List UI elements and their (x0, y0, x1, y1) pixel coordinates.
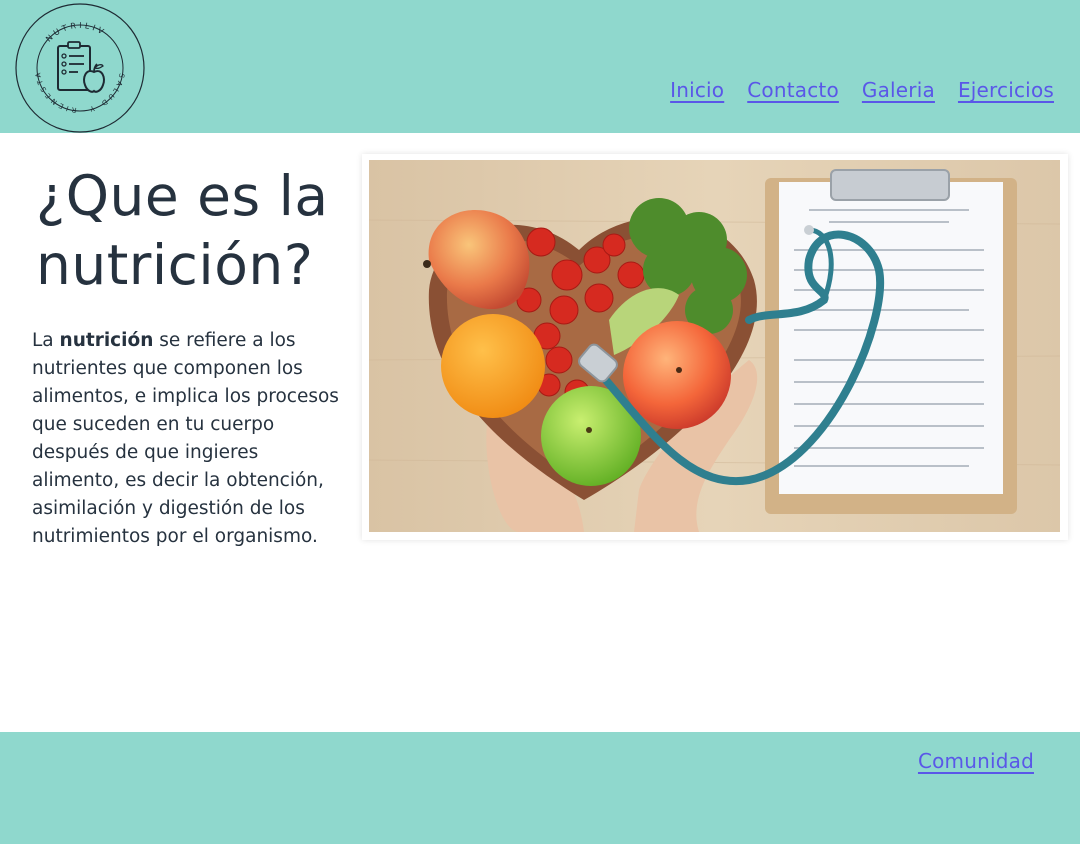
desc-prefix: La (32, 330, 60, 351)
nutriliv-logo[interactable]: NUTRILIV RIENESTAR SALUD Y (10, 0, 146, 134)
site-footer: Comunidad (0, 732, 1080, 844)
site-header: NUTRILIV RIENESTAR SALUD Y Inicio Cont (0, 0, 1080, 133)
fruit-heart-stethoscope-illustration (369, 160, 1060, 532)
logo-ring-top: NUTRILIV (44, 21, 105, 44)
hero-image-frame (362, 154, 1068, 540)
nav-link-contacto[interactable]: Contacto (747, 78, 839, 102)
page-title: ¿Que es la nutrición? (36, 164, 329, 297)
main-nav: Inicio Contacto Galeria Ejercicios (647, 78, 1054, 102)
nav-link-galeria[interactable]: Galeria (862, 78, 935, 102)
hero-image (369, 160, 1060, 532)
clipboard-apple-icon: NUTRILIV RIENESTAR SALUD Y (10, 0, 145, 133)
nutrition-description: La nutrición se refiere a los nutrientes… (32, 327, 344, 551)
svg-text:NUTRILIV: NUTRILIV (44, 21, 108, 44)
nav-link-ejercicios[interactable]: Ejercicios (958, 78, 1054, 102)
nav-link-inicio[interactable]: Inicio (670, 78, 724, 102)
desc-rest: se refiere a los nutrientes que componen… (32, 330, 339, 547)
footer-link-comunidad[interactable]: Comunidad (918, 749, 1034, 773)
desc-bold-term: nutrición (59, 330, 154, 351)
